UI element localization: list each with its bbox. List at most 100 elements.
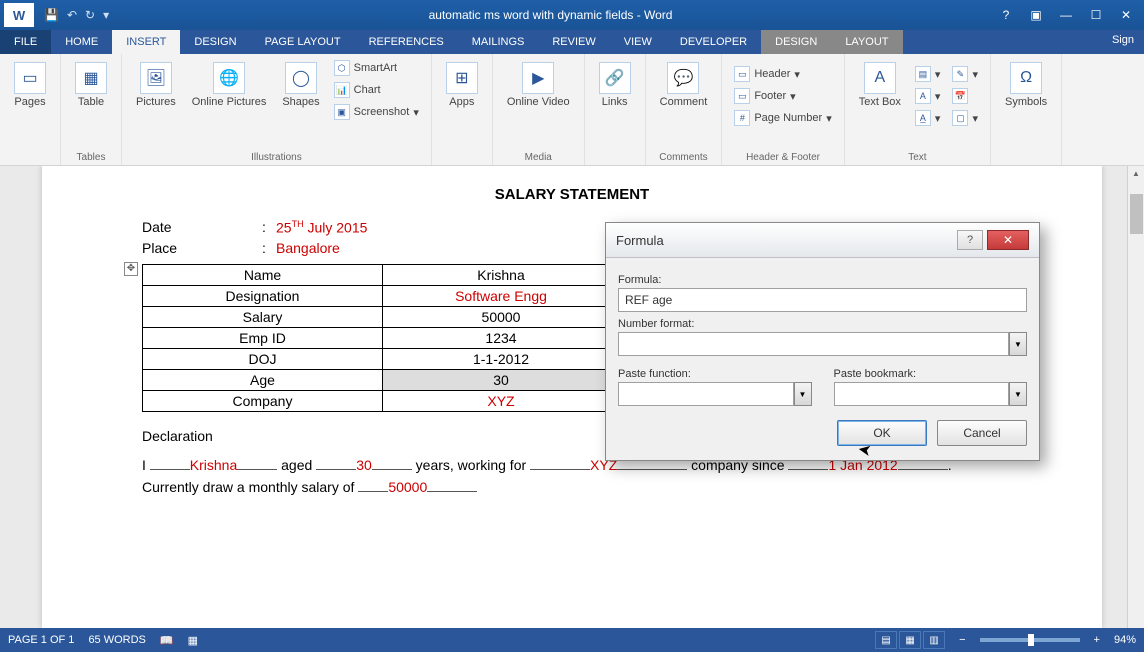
footer-button[interactable]: ▭Footer▾ bbox=[730, 86, 835, 106]
formula-input[interactable] bbox=[618, 288, 1027, 312]
symbols-button[interactable]: Ω Symbols bbox=[999, 58, 1053, 112]
table-button[interactable]: ▦ Table bbox=[69, 58, 113, 112]
pages-button[interactable]: ▭ Pages bbox=[8, 58, 52, 112]
drop-cap-button[interactable]: A̲▾ bbox=[911, 108, 945, 128]
table-cell-label[interactable]: Designation bbox=[143, 285, 383, 306]
dialog-close-button[interactable]: ✕ bbox=[987, 230, 1029, 250]
tab-table-layout[interactable]: LAYOUT bbox=[831, 30, 902, 54]
read-mode-button[interactable]: ▤ bbox=[875, 631, 897, 649]
ok-button[interactable]: OK bbox=[837, 420, 927, 446]
shapes-label: Shapes bbox=[282, 96, 319, 108]
comment-button[interactable]: 💬 Comment bbox=[654, 58, 714, 112]
help-button[interactable]: ? bbox=[992, 4, 1020, 26]
table-row[interactable]: DOJ1-1-2012 bbox=[143, 348, 620, 369]
dialog-title-text: Formula bbox=[616, 233, 957, 248]
tab-references[interactable]: REFERENCES bbox=[355, 30, 458, 54]
table-row[interactable]: Emp ID1234 bbox=[143, 327, 620, 348]
table-cell-label[interactable]: Name bbox=[143, 264, 383, 285]
word-count[interactable]: 65 WORDS bbox=[88, 634, 145, 646]
table-row[interactable]: Age30 bbox=[143, 369, 620, 390]
date-time-icon: 📅 bbox=[952, 88, 968, 104]
tab-view[interactable]: VIEW bbox=[610, 30, 666, 54]
print-layout-button[interactable]: ▦ bbox=[899, 631, 921, 649]
table-cell-value[interactable]: 1-1-2012 bbox=[383, 348, 620, 369]
salary-table[interactable]: NameKrishnaDesignationSoftware EnggSalar… bbox=[142, 264, 620, 412]
ribbon-options-button[interactable]: ▣ bbox=[1022, 4, 1050, 26]
text-box-button[interactable]: A Text Box bbox=[853, 58, 907, 112]
zoom-slider[interactable] bbox=[980, 638, 1080, 642]
tab-insert[interactable]: INSERT bbox=[112, 30, 180, 54]
sign-in-link[interactable]: Sign bbox=[1102, 30, 1144, 54]
paste-bookmark-input[interactable] bbox=[834, 382, 1010, 406]
tab-home[interactable]: HOME bbox=[51, 30, 112, 54]
table-row[interactable]: CompanyXYZ bbox=[143, 390, 620, 411]
number-format-label: Number format: bbox=[618, 318, 1027, 330]
zoom-out-button[interactable]: − bbox=[959, 634, 965, 646]
table-cell-value[interactable]: 50000 bbox=[383, 306, 620, 327]
chart-button[interactable]: 📊Chart bbox=[330, 80, 423, 100]
table-move-handle-icon[interactable]: ✥ bbox=[124, 262, 138, 276]
online-video-button[interactable]: ▶ Online Video bbox=[501, 58, 576, 112]
table-cell-value[interactable]: 1234 bbox=[383, 327, 620, 348]
quick-parts-button[interactable]: ▤▾ bbox=[911, 64, 945, 84]
save-icon[interactable]: 💾 bbox=[44, 8, 59, 22]
screenshot-button[interactable]: ▣Screenshot▾ bbox=[330, 102, 423, 122]
shapes-button[interactable]: ◯ Shapes bbox=[276, 58, 325, 112]
minimize-button[interactable]: — bbox=[1052, 4, 1080, 26]
object-button[interactable]: ▢▾ bbox=[948, 108, 982, 128]
dialog-help-button[interactable]: ? bbox=[957, 230, 983, 250]
zoom-level[interactable]: 94% bbox=[1114, 634, 1136, 646]
spell-check-icon[interactable]: 📖 bbox=[160, 634, 174, 647]
table-cell-label[interactable]: Age bbox=[143, 369, 383, 390]
tab-developer[interactable]: DEVELOPER bbox=[666, 30, 761, 54]
zoom-slider-thumb[interactable] bbox=[1028, 634, 1034, 646]
header-button[interactable]: ▭Header▾ bbox=[730, 64, 835, 84]
close-button[interactable]: ✕ bbox=[1112, 4, 1140, 26]
date-time-button[interactable]: 📅 bbox=[948, 86, 982, 106]
undo-icon[interactable]: ↶ bbox=[67, 8, 77, 22]
apps-button[interactable]: ⊞ Apps bbox=[440, 58, 484, 112]
scroll-up-icon[interactable]: ▲ bbox=[1128, 166, 1144, 180]
online-pictures-button[interactable]: 🌐 Online Pictures bbox=[186, 58, 273, 112]
smartart-button[interactable]: ⬡SmartArt bbox=[330, 58, 423, 78]
table-cell-value[interactable]: Krishna bbox=[383, 264, 620, 285]
zoom-in-button[interactable]: + bbox=[1094, 634, 1100, 646]
vertical-scrollbar[interactable]: ▲ bbox=[1127, 166, 1144, 628]
table-cell-label[interactable]: Emp ID bbox=[143, 327, 383, 348]
chart-label: Chart bbox=[354, 84, 381, 96]
maximize-button[interactable]: ☐ bbox=[1082, 4, 1110, 26]
tab-table-design[interactable]: DESIGN bbox=[761, 30, 831, 54]
number-format-input[interactable] bbox=[618, 332, 1009, 356]
table-cell-label[interactable]: DOJ bbox=[143, 348, 383, 369]
links-button[interactable]: 🔗 Links bbox=[593, 58, 637, 112]
table-row[interactable]: NameKrishna bbox=[143, 264, 620, 285]
dialog-titlebar[interactable]: Formula ? ✕ bbox=[606, 223, 1039, 258]
table-cell-label[interactable]: Company bbox=[143, 390, 383, 411]
web-layout-button[interactable]: ▥ bbox=[923, 631, 945, 649]
wordart-button[interactable]: A▾ bbox=[911, 86, 945, 106]
paste-function-label: Paste function: bbox=[618, 368, 812, 380]
table-cell-label[interactable]: Salary bbox=[143, 306, 383, 327]
tab-design[interactable]: DESIGN bbox=[180, 30, 250, 54]
page-number-button[interactable]: #Page Number▾ bbox=[730, 108, 835, 128]
paste-function-input[interactable] bbox=[618, 382, 794, 406]
tab-mailings[interactable]: MAILINGS bbox=[458, 30, 539, 54]
pictures-button[interactable]: 🖼 Pictures bbox=[130, 58, 182, 112]
signature-line-button[interactable]: ✎▾ bbox=[948, 64, 982, 84]
cancel-button[interactable]: Cancel bbox=[937, 420, 1027, 446]
tab-review[interactable]: REVIEW bbox=[538, 30, 609, 54]
macro-icon[interactable]: ▦ bbox=[188, 634, 198, 647]
paste-bookmark-dropdown-icon[interactable]: ▼ bbox=[1009, 382, 1027, 406]
table-cell-value[interactable]: 30 bbox=[383, 369, 620, 390]
paste-function-dropdown-icon[interactable]: ▼ bbox=[794, 382, 812, 406]
tab-file[interactable]: FILE bbox=[0, 30, 51, 54]
table-row[interactable]: Salary50000 bbox=[143, 306, 620, 327]
table-cell-value[interactable]: XYZ bbox=[383, 390, 620, 411]
number-format-dropdown-icon[interactable]: ▼ bbox=[1009, 332, 1027, 356]
redo-icon[interactable]: ↻ bbox=[85, 8, 95, 22]
tab-page-layout[interactable]: PAGE LAYOUT bbox=[251, 30, 355, 54]
table-cell-value[interactable]: Software Engg bbox=[383, 285, 620, 306]
table-row[interactable]: DesignationSoftware Engg bbox=[143, 285, 620, 306]
page-indicator[interactable]: PAGE 1 OF 1 bbox=[8, 634, 74, 646]
scroll-thumb[interactable] bbox=[1130, 194, 1143, 234]
